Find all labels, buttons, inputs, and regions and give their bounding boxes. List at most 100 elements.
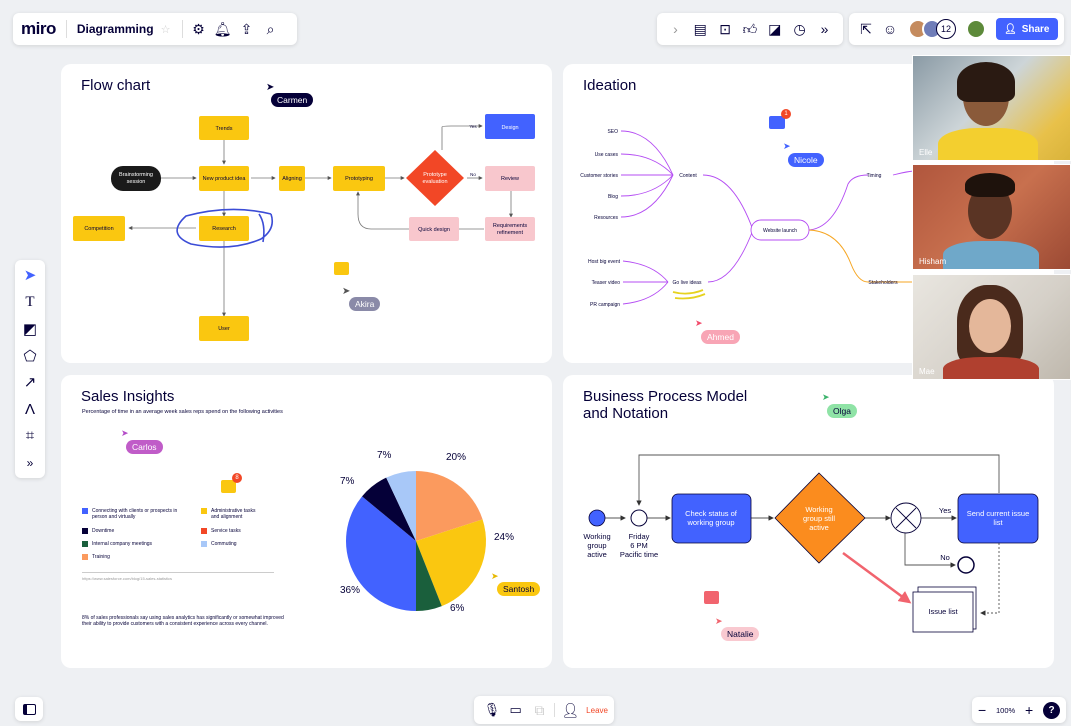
comment-icon[interactable] [704,591,719,604]
text-tool-icon[interactable]: T [15,289,45,316]
screen-share-icon[interactable]: ⧉ [528,698,552,722]
comment-icon[interactable] [334,262,349,275]
frame-tool-icon[interactable]: ⌗ [15,423,45,450]
cursor-natalie: Natalie [721,627,760,641]
leaf-teaser: Teaser video [592,280,621,286]
microphone-icon[interactable]: 🎙︎ [480,698,504,722]
label-yes: Yes [469,124,477,129]
cursor-nicole: Nicole [788,153,824,167]
divider [181,20,183,38]
cursor-carmen: Carmen [271,93,314,107]
label-prototyping: Prototyping [345,176,373,182]
video-tile[interactable]: Hisham [912,164,1071,270]
pink-arrow [842,551,912,604]
thumbs-up-icon[interactable]: 👍︎ [738,17,762,41]
star-icon[interactable]: ☆ [154,17,178,41]
upload-icon[interactable]: ⇪ [235,17,259,41]
camera-icon[interactable]: ▭ [504,698,528,722]
pie-label: 7% [377,450,392,461]
collaborator-count[interactable]: 12 [936,19,956,39]
go-live-scribble [672,289,706,300]
timer-icon[interactable]: ◷ [788,17,812,41]
still-label-3: active [809,523,829,532]
sticky-note-tool-icon[interactable]: ◩ [15,316,45,343]
bell-icon[interactable]: 🔔︎ [211,17,235,41]
top-center-toolbar: › ▤ ⊡ 👍︎ ◪ ◷ » [657,13,843,45]
shapes-tool-icon[interactable]: ⬠ [15,342,45,369]
label-new-product-idea: New product idea [203,176,247,182]
label-requirements-2: refinement [497,230,523,236]
label-trends: Trends [216,126,233,132]
cursor-filter-icon[interactable]: ⇱ [854,17,878,41]
node-timing: Timing [867,173,882,179]
select-tool-icon[interactable]: ➤ [15,262,45,289]
pie-label: 24% [494,532,515,543]
santosh-cursor-icon: ➤ [491,571,499,581]
board-name[interactable]: Diagramming [77,22,154,36]
still-label-1: Working [805,505,832,514]
zoom-out-icon[interactable]: − [978,702,986,718]
left-toolbar: ➤ T ◩ ⬠ ↗ Λ ⌗ » [15,260,45,478]
video-tile[interactable]: Mae [912,274,1071,380]
participant-hair [957,62,1015,102]
leave-button[interactable]: Leave [586,706,608,715]
arrow-tool-icon[interactable]: ↗ [15,369,45,396]
bpmn-frame[interactable]: Business Process Model and Notation ➤ Ol… [563,375,1054,668]
node-go-live: Go live ideas [673,280,702,286]
zoom-in-icon[interactable]: + [1025,702,1033,718]
pen-tool-icon[interactable]: Λ [15,396,45,423]
more-chevron-icon[interactable]: » [812,17,836,41]
sales-insights-frame[interactable]: Sales Insights Percentage of time in an … [61,375,552,668]
issue-label: Issue list [928,607,958,616]
share-button[interactable]: 👤︎ Share [996,18,1058,40]
avatar-stack[interactable]: 12 [908,19,956,39]
node-requirements [485,217,535,241]
check-label-1: Check status of [685,509,738,518]
still-label-2: group still [803,514,835,523]
timer-label-1: Friday [629,532,650,541]
video-tile[interactable]: Elle [912,55,1071,161]
miro-logo[interactable]: miro [21,19,56,39]
cursor-akira: Akira [349,297,381,311]
search-icon[interactable]: ⌕ [259,17,283,41]
help-button[interactable]: ? [1043,701,1060,719]
top-right-toolbar: ⇱ ☺ 12 👤︎ Share [849,13,1064,45]
participant-hair [965,173,1015,197]
settings-icon[interactable]: ⚙ [187,17,211,41]
label-no: No [470,172,476,177]
participant-shirt [938,128,1038,160]
avatar[interactable] [966,19,986,39]
node-launch: Website launch [763,228,797,234]
label-brainstorm-2: session [127,179,146,185]
zoom-controls: − 100% + ? [972,697,1066,723]
present-icon[interactable]: ⊡ [713,17,737,41]
start-label-2: group [587,541,606,550]
top-left-toolbar: miro Diagramming ☆ ⚙ 🔔︎ ⇪ ⌕ [13,13,297,45]
start-label-3: active [587,550,607,559]
zoom-level[interactable]: 100% [996,706,1015,715]
natalie-cursor-icon: ➤ [715,616,723,626]
sticky-comment-icon[interactable]: ◪ [763,17,787,41]
call-controls: 🎙︎ ▭ ⧉ 👤︎ Leave [474,696,614,724]
reactions-icon[interactable]: ☺ [878,17,902,41]
no-label: No [940,553,950,562]
notes-icon[interactable]: ▤ [688,17,712,41]
participant-face [969,299,1011,353]
yes-label: Yes [939,506,951,515]
label-prototype-2: evaluation [422,179,447,185]
send-label-2: list [993,518,1003,527]
chevron-right-icon[interactable]: › [663,17,687,41]
panel-toggle[interactable] [15,697,43,721]
more-tools-icon[interactable]: » [15,449,45,476]
label-prototype-1: Prototype [423,172,447,178]
label-requirements-1: Requirements [493,223,527,229]
pie-label: 6% [450,603,465,614]
timer-label-3: Pacific time [620,550,658,559]
flow-nodes [73,114,535,341]
label-brainstorm-1: Brainstorming [119,172,153,178]
sidebar-toggle-icon [22,703,36,715]
node-content: Content [679,173,697,179]
participants-icon[interactable]: 👤︎ [558,698,582,722]
flow-chart-frame[interactable]: Flow chart Trends Brainstorming session … [61,64,552,363]
label-aligning: Aligning [282,176,302,182]
